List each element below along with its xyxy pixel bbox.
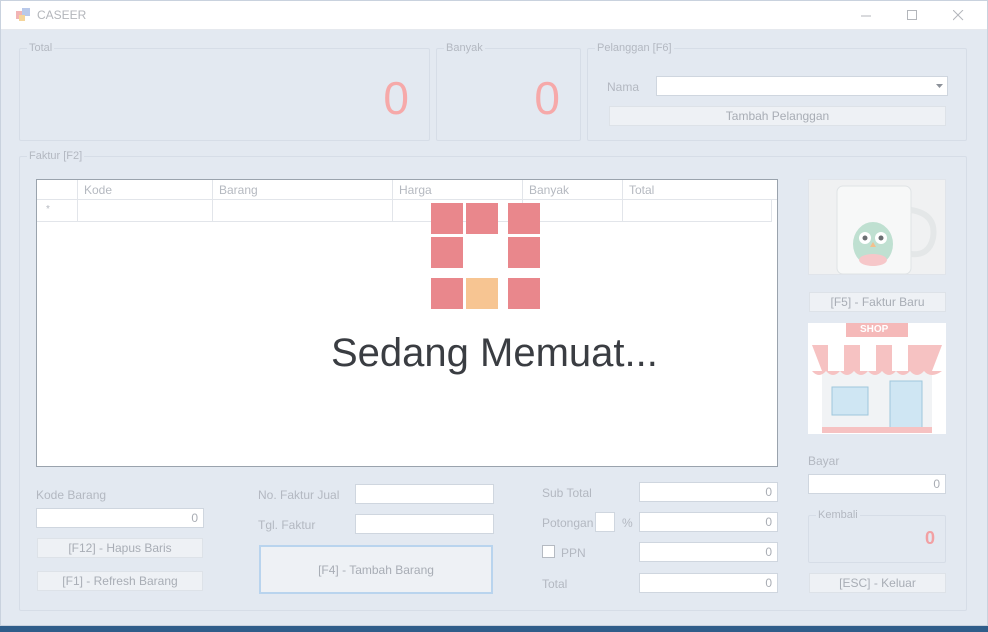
banyak-group: Banyak 0 xyxy=(436,42,581,141)
loader-square xyxy=(431,203,463,234)
mug-owl-icon xyxy=(809,180,945,274)
kembali-label: Kembali xyxy=(816,509,860,521)
tambah-pelanggan-button[interactable]: Tambah Pelanggan xyxy=(609,106,946,126)
grid-header: Kode Barang Harga Banyak Total xyxy=(37,180,777,200)
shop-icon xyxy=(812,323,942,433)
kembali-group: Kembali 0 xyxy=(808,509,946,563)
total-value: 0 xyxy=(383,72,409,124)
product-image xyxy=(808,179,946,275)
tgl-faktur-input[interactable] xyxy=(355,514,494,534)
potongan-label: Potongan xyxy=(542,516,594,530)
tambah-barang-button[interactable]: [F4] - Tambah Barang xyxy=(259,545,493,594)
ppn-label: PPN xyxy=(561,546,586,560)
loader-square xyxy=(431,237,463,268)
column-header-kode[interactable]: Kode xyxy=(77,180,212,200)
refresh-barang-button[interactable]: [F1] - Refresh Barang xyxy=(37,571,203,591)
no-faktur-label: No. Faktur Jual xyxy=(258,488,340,502)
maximize-icon xyxy=(906,9,917,20)
shop-image: SHOP xyxy=(808,323,946,434)
potongan-input[interactable]: 0 xyxy=(639,512,778,532)
subtotal-input[interactable]: 0 xyxy=(639,482,778,502)
percent-sign: % xyxy=(622,516,633,530)
no-faktur-input[interactable] xyxy=(355,484,494,504)
faktur-group-label: Faktur [F2] xyxy=(27,150,85,162)
loader-square xyxy=(431,278,463,309)
window-title: CASEER xyxy=(37,8,87,22)
loading-text: Sedang Memuat... xyxy=(331,331,658,375)
total-group-label: Total xyxy=(27,42,55,54)
ppn-input[interactable]: 0 xyxy=(639,542,778,562)
total-label: Total xyxy=(542,577,568,591)
loader-square xyxy=(508,278,540,309)
column-header-barang[interactable]: Barang xyxy=(212,180,392,200)
subtotal-label: Sub Total xyxy=(542,486,592,500)
chevron-down-icon xyxy=(936,84,943,88)
table-row-cell-kode[interactable] xyxy=(77,200,212,222)
hapus-baris-button[interactable]: [F12] - Hapus Baris xyxy=(37,538,203,558)
loader-square xyxy=(508,237,540,268)
keluar-button[interactable]: [ESC] - Keluar xyxy=(809,573,946,593)
maximize-button[interactable] xyxy=(897,4,927,26)
title-bar[interactable]: CASEER xyxy=(1,1,987,30)
column-header-banyak[interactable]: Banyak xyxy=(522,180,622,200)
kode-barang-label: Kode Barang xyxy=(36,488,107,502)
total-input[interactable]: 0 xyxy=(639,573,778,593)
banyak-group-label: Banyak xyxy=(444,42,485,54)
nama-label: Nama xyxy=(607,80,640,94)
ppn-checkbox[interactable] xyxy=(542,545,555,558)
potongan-percent-input[interactable] xyxy=(595,512,615,532)
loader-square-active xyxy=(466,278,498,309)
column-header-harga[interactable]: Harga xyxy=(392,180,522,200)
banyak-value: 0 xyxy=(534,72,560,124)
kembali-value: 0 xyxy=(924,528,935,548)
minimize-icon xyxy=(860,15,871,16)
table-row-cell-barang[interactable] xyxy=(212,200,392,222)
app-icon xyxy=(16,8,30,21)
close-icon xyxy=(952,9,963,20)
shop-sign: SHOP xyxy=(860,324,889,335)
faktur-grid[interactable]: Kode Barang Harga Banyak Total * xyxy=(36,179,778,467)
minimize-button[interactable] xyxy=(851,4,881,26)
kode-barang-input[interactable]: 0 xyxy=(36,508,204,528)
nama-select[interactable] xyxy=(656,76,948,96)
pelanggan-group-label: Pelanggan [F6] xyxy=(595,42,674,54)
pelanggan-group: Pelanggan [F6] Nama Tambah Pelanggan xyxy=(587,42,967,141)
table-row-cell-total[interactable] xyxy=(622,200,772,222)
bayar-label: Bayar xyxy=(808,454,840,468)
faktur-baru-button[interactable]: [F5] - Faktur Baru xyxy=(809,292,946,312)
close-button[interactable] xyxy=(943,4,973,26)
tgl-faktur-label: Tgl. Faktur xyxy=(258,518,316,532)
loading-spinner xyxy=(431,203,541,311)
column-header-total[interactable]: Total xyxy=(622,180,772,200)
loader-square xyxy=(466,203,498,234)
loader-square xyxy=(508,203,540,234)
new-row-marker: * xyxy=(37,200,77,222)
bayar-input[interactable]: 0 xyxy=(808,474,946,494)
main-window: CASEER Total 0 Banyak 0 Pelanggan [F6] N… xyxy=(0,0,988,626)
total-group: Total 0 xyxy=(19,42,430,141)
